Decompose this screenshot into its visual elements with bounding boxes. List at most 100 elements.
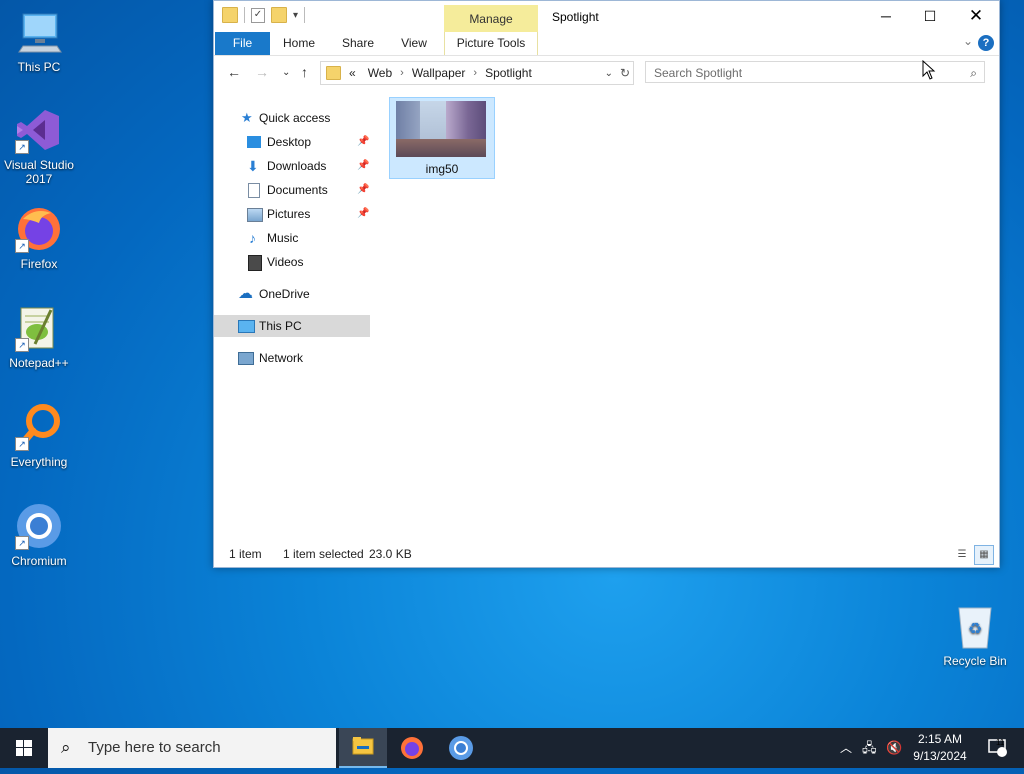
up-button[interactable]: ↑ — [301, 64, 308, 80]
notepad-plus-plus-icon: ↗ — [15, 304, 63, 352]
nav-this-pc[interactable]: This PC — [214, 315, 370, 337]
visual-studio-icon: ↗ — [15, 106, 63, 154]
breadcrumb-separator-icon[interactable]: › — [473, 67, 477, 79]
desktop-icon-recycle-bin[interactable]: ♻ Recycle Bin — [936, 602, 1014, 668]
music-note-icon: ♪ — [249, 230, 256, 246]
nav-music[interactable]: ♪ Music — [214, 227, 370, 249]
desktop-icon-label: Chromium — [11, 554, 67, 568]
manage-contextual-tab[interactable]: Manage — [444, 5, 538, 32]
desktop-icon-everything[interactable]: ↗ Everything — [0, 403, 78, 469]
taskbar-chromium[interactable] — [437, 728, 485, 768]
desktop-icon-chromium[interactable]: ↗ Chromium — [0, 502, 78, 568]
clock-time: 2:15 AM — [917, 732, 963, 746]
file-item-img50[interactable]: img50 — [389, 97, 495, 179]
nav-desktop[interactable]: Desktop 📌 — [214, 131, 370, 153]
taskbar: ⌕ Type here to search ︿ 🖧 🔇 2:15 AM 9/13… — [0, 728, 1024, 768]
nav-label: Music — [267, 231, 299, 245]
address-dropdown-icon[interactable]: ⌄ — [605, 68, 613, 79]
pin-icon: 📌 — [357, 160, 370, 171]
nav-pictures[interactable]: Pictures 📌 — [214, 203, 370, 225]
desktop-icon-label: Firefox — [20, 257, 58, 271]
notification-badge: 11 — [996, 738, 1005, 747]
customize-toolbar-dropdown-icon[interactable]: ▾ — [293, 10, 298, 21]
file-explorer-window: ✓ ▾ Manage Spotlight ─ ☐ ✕ File Home Sha… — [213, 0, 1000, 568]
thumbnail-ground — [396, 139, 486, 157]
show-hidden-icons-button[interactable]: ︿ — [840, 728, 852, 768]
svg-text:♻: ♻ — [968, 619, 982, 638]
details-view-icon[interactable]: ☰ — [952, 545, 972, 565]
back-button[interactable]: ← — [227, 64, 241, 80]
search-icon: ⌕ — [61, 738, 71, 757]
desktop-icon — [247, 136, 261, 148]
desktop-icon-notepad-plus-plus[interactable]: ↗ Notepad++ — [0, 304, 78, 370]
breadcrumb-separator-icon[interactable]: › — [400, 67, 404, 79]
help-icon[interactable]: ? — [978, 35, 994, 51]
recent-locations-icon[interactable]: ⌄ — [282, 67, 290, 78]
desktop-icon-firefox[interactable]: ↗ Firefox — [0, 205, 78, 271]
everything-search-icon: ↗ — [15, 403, 63, 451]
taskbar-file-explorer[interactable] — [339, 728, 387, 768]
address-bar[interactable]: « Web › Wallpaper › Spotlight ⌄ — [320, 61, 634, 85]
nav-videos[interactable]: Videos — [214, 251, 370, 273]
breadcrumb-overflow[interactable]: « — [349, 66, 356, 80]
item-count: 1 item — [229, 547, 262, 561]
nav-label: This PC — [259, 319, 302, 333]
close-button[interactable]: ✕ — [953, 1, 999, 32]
desktop-icon-label: Notepad++ — [9, 356, 69, 370]
desktop-icon-this-pc[interactable]: This PC — [0, 8, 78, 74]
tab-file[interactable]: File — [215, 32, 270, 55]
breadcrumb-wallpaper[interactable]: Wallpaper — [412, 66, 466, 80]
recycle-bin-icon: ♻ — [951, 602, 999, 650]
tab-picture-tools[interactable]: Picture Tools — [444, 32, 538, 55]
this-pc-icon — [15, 8, 63, 56]
nav-label: OneDrive — [259, 287, 310, 301]
quick-access-toolbar: ✓ ▾ — [222, 7, 306, 23]
star-icon: ★ — [241, 110, 253, 125]
nav-quick-access[interactable]: ★ Quick access — [214, 107, 370, 129]
tab-share[interactable]: Share — [336, 32, 380, 55]
breadcrumb-spotlight[interactable]: Spotlight — [485, 66, 532, 80]
nav-documents[interactable]: Documents 📌 — [214, 179, 370, 201]
nav-label: Network — [259, 351, 304, 365]
file-name: img50 — [425, 162, 459, 176]
desktop-icon-visual-studio[interactable]: ↗ Visual Studio 2017 — [0, 106, 78, 186]
document-icon — [248, 183, 260, 198]
shortcut-arrow-icon: ↗ — [15, 536, 29, 550]
shortcut-arrow-icon: ↗ — [15, 437, 29, 451]
tab-home[interactable]: Home — [278, 32, 320, 55]
nav-onedrive[interactable]: ☁ OneDrive — [214, 283, 370, 305]
notification-center-button[interactable]: 11 — [984, 728, 1012, 768]
image-thumbnail — [396, 101, 486, 157]
shortcut-arrow-icon: ↗ — [15, 239, 29, 253]
properties-icon[interactable]: ✓ — [251, 7, 265, 23]
desktop-icon-label: Everything — [10, 455, 68, 469]
new-folder-icon[interactable] — [271, 7, 287, 23]
tab-view[interactable]: View — [396, 32, 432, 55]
maximize-button[interactable]: ☐ — [907, 1, 953, 32]
taskbar-firefox[interactable] — [388, 728, 436, 768]
expand-ribbon-icon[interactable]: ⌄ — [963, 34, 973, 48]
nav-downloads[interactable]: ⬇ Downloads 📌 — [214, 155, 370, 177]
cloud-icon: ☁ — [238, 285, 253, 302]
network-icon — [238, 352, 254, 365]
ribbon-tabs: File Home Share View Picture Tools ⌄ ? — [214, 32, 999, 56]
windows-logo-icon — [16, 740, 32, 756]
pin-icon: 📌 — [357, 184, 370, 195]
large-icons-view-icon[interactable]: ▦ — [974, 545, 994, 565]
desktop-icon-label: Recycle Bin — [943, 654, 1007, 668]
system-clock[interactable]: 2:15 AM 9/13/2024 — [900, 731, 980, 765]
nav-label: Quick access — [259, 111, 331, 125]
forward-button[interactable]: → — [255, 64, 269, 80]
pin-icon: 📌 — [357, 208, 370, 219]
network-status-icon[interactable]: 🖧 — [862, 728, 877, 768]
refresh-button[interactable]: ↻ — [617, 61, 634, 85]
taskbar-search-placeholder: Type here to search — [88, 739, 221, 756]
nav-network[interactable]: Network — [214, 347, 370, 369]
nav-label: Documents — [267, 183, 328, 197]
breadcrumb-web[interactable]: Web — [368, 66, 392, 80]
minimize-button[interactable]: ─ — [863, 1, 909, 32]
start-button[interactable] — [0, 728, 48, 768]
taskbar-search-input[interactable]: ⌕ Type here to search — [48, 728, 336, 768]
search-icon: ⌕ — [970, 66, 977, 80]
navigation-bar: ← → ⌄ ↑ « Web › Wallpaper › Spotlight ⌄ … — [214, 56, 999, 89]
